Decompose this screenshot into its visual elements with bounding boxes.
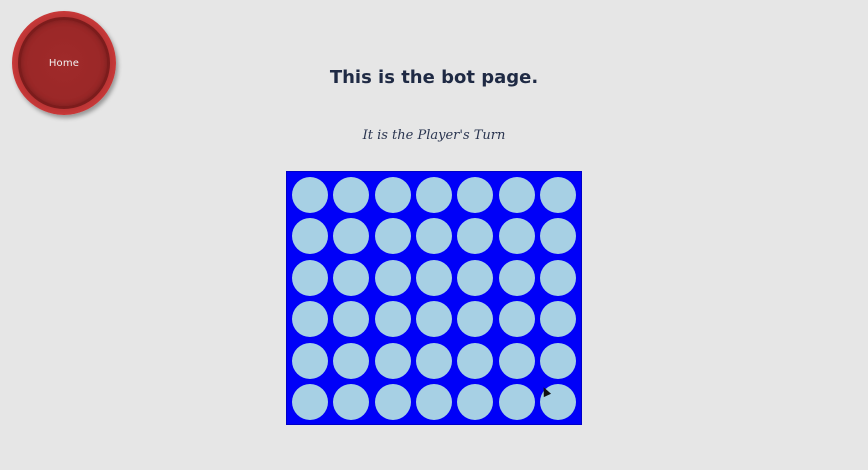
- board-cell-r1-c1[interactable]: [292, 177, 328, 213]
- board-cell-r5-c5[interactable]: [457, 342, 494, 379]
- board-cell-r2-c5[interactable]: [457, 218, 494, 255]
- board-cell-r6-c4[interactable]: [415, 384, 452, 420]
- board-cell-r4-c7[interactable]: [539, 301, 576, 338]
- board-cell-r5-c3[interactable]: [374, 342, 411, 379]
- board-cell-r2-c2[interactable]: [333, 218, 370, 255]
- board-cell-r4-c5[interactable]: [457, 301, 494, 338]
- board-cell-r5-c6[interactable]: [498, 342, 535, 379]
- board-cell-r2-c7[interactable]: [539, 218, 576, 255]
- board-cell-r2-c6[interactable]: [498, 218, 535, 255]
- board-cell-r2-c4[interactable]: [415, 218, 452, 255]
- board-cell-r6-c2[interactable]: [333, 384, 370, 420]
- board-cell-r4-c3[interactable]: [374, 301, 411, 338]
- page-title: This is the bot page.: [329, 67, 539, 88]
- board-cell-r1-c2[interactable]: [333, 177, 370, 213]
- board-cell-r1-c7[interactable]: [539, 177, 576, 213]
- board-cell-r1-c3[interactable]: [374, 177, 411, 213]
- turn-status: It is the Player's Turn: [362, 128, 506, 143]
- board-cell-r1-c4[interactable]: [415, 177, 452, 213]
- board-cell-r3-c6[interactable]: [498, 259, 535, 296]
- board-cell-r3-c5[interactable]: [457, 259, 494, 296]
- board-cell-r1-c6[interactable]: [498, 177, 535, 213]
- board-cell-r3-c1[interactable]: [292, 259, 328, 296]
- game-board: [286, 171, 582, 425]
- home-button[interactable]: Home: [12, 11, 116, 115]
- board-cell-r5-c1[interactable]: [292, 342, 328, 379]
- board-cell-r5-c7[interactable]: [539, 342, 576, 379]
- board-cell-r2-c3[interactable]: [374, 218, 411, 255]
- board-cell-r4-c2[interactable]: [333, 301, 370, 338]
- board-cell-r6-c1[interactable]: [292, 384, 328, 420]
- board-cell-r2-c1[interactable]: [292, 218, 328, 255]
- board-cell-r6-c3[interactable]: [374, 384, 411, 420]
- board-cell-r4-c4[interactable]: [415, 301, 452, 338]
- board-cell-r6-c6[interactable]: [498, 384, 535, 420]
- board-cell-r4-c1[interactable]: [292, 301, 328, 338]
- board-cell-r3-c7[interactable]: [539, 259, 576, 296]
- board-cell-r5-c2[interactable]: [333, 342, 370, 379]
- board-cell-r6-c5[interactable]: [457, 384, 494, 420]
- board-cell-r1-c5[interactable]: [457, 177, 494, 213]
- board-cell-r3-c2[interactable]: [333, 259, 370, 296]
- board-cell-r3-c3[interactable]: [374, 259, 411, 296]
- board-cell-r4-c6[interactable]: [498, 301, 535, 338]
- board-cell-r5-c4[interactable]: [415, 342, 452, 379]
- board-cell-r3-c4[interactable]: [415, 259, 452, 296]
